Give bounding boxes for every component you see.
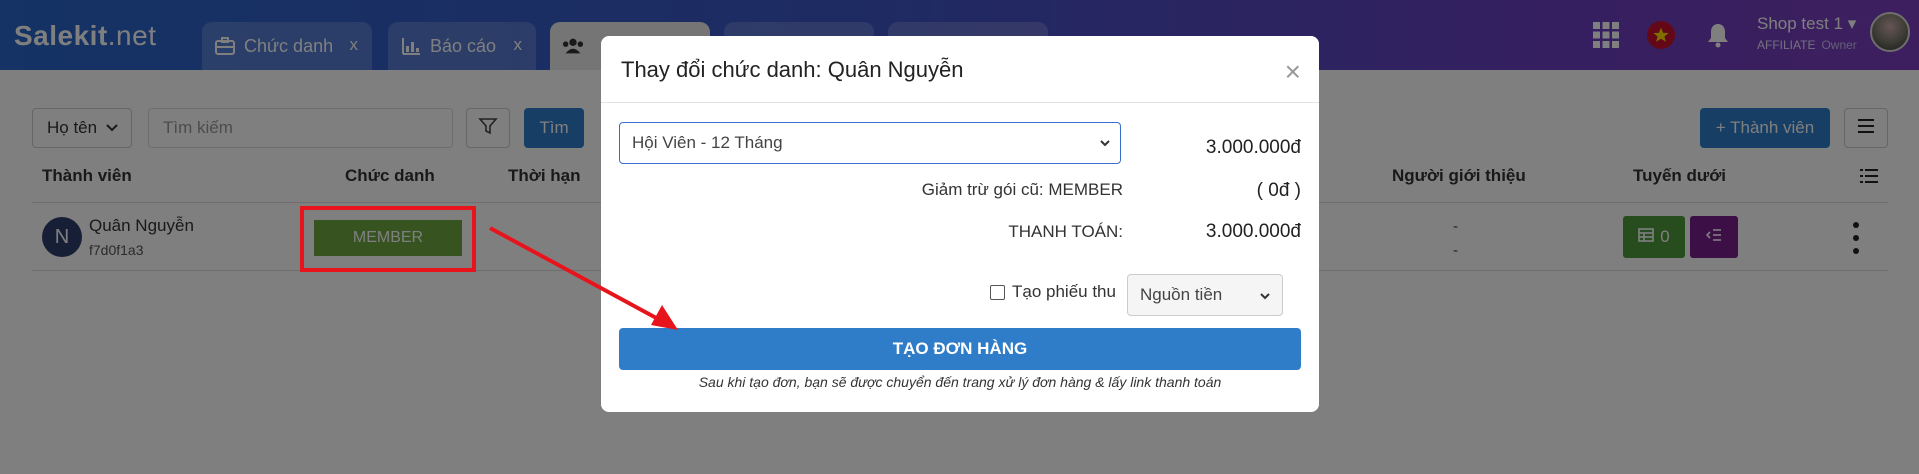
annotation-arrow xyxy=(489,226,678,330)
